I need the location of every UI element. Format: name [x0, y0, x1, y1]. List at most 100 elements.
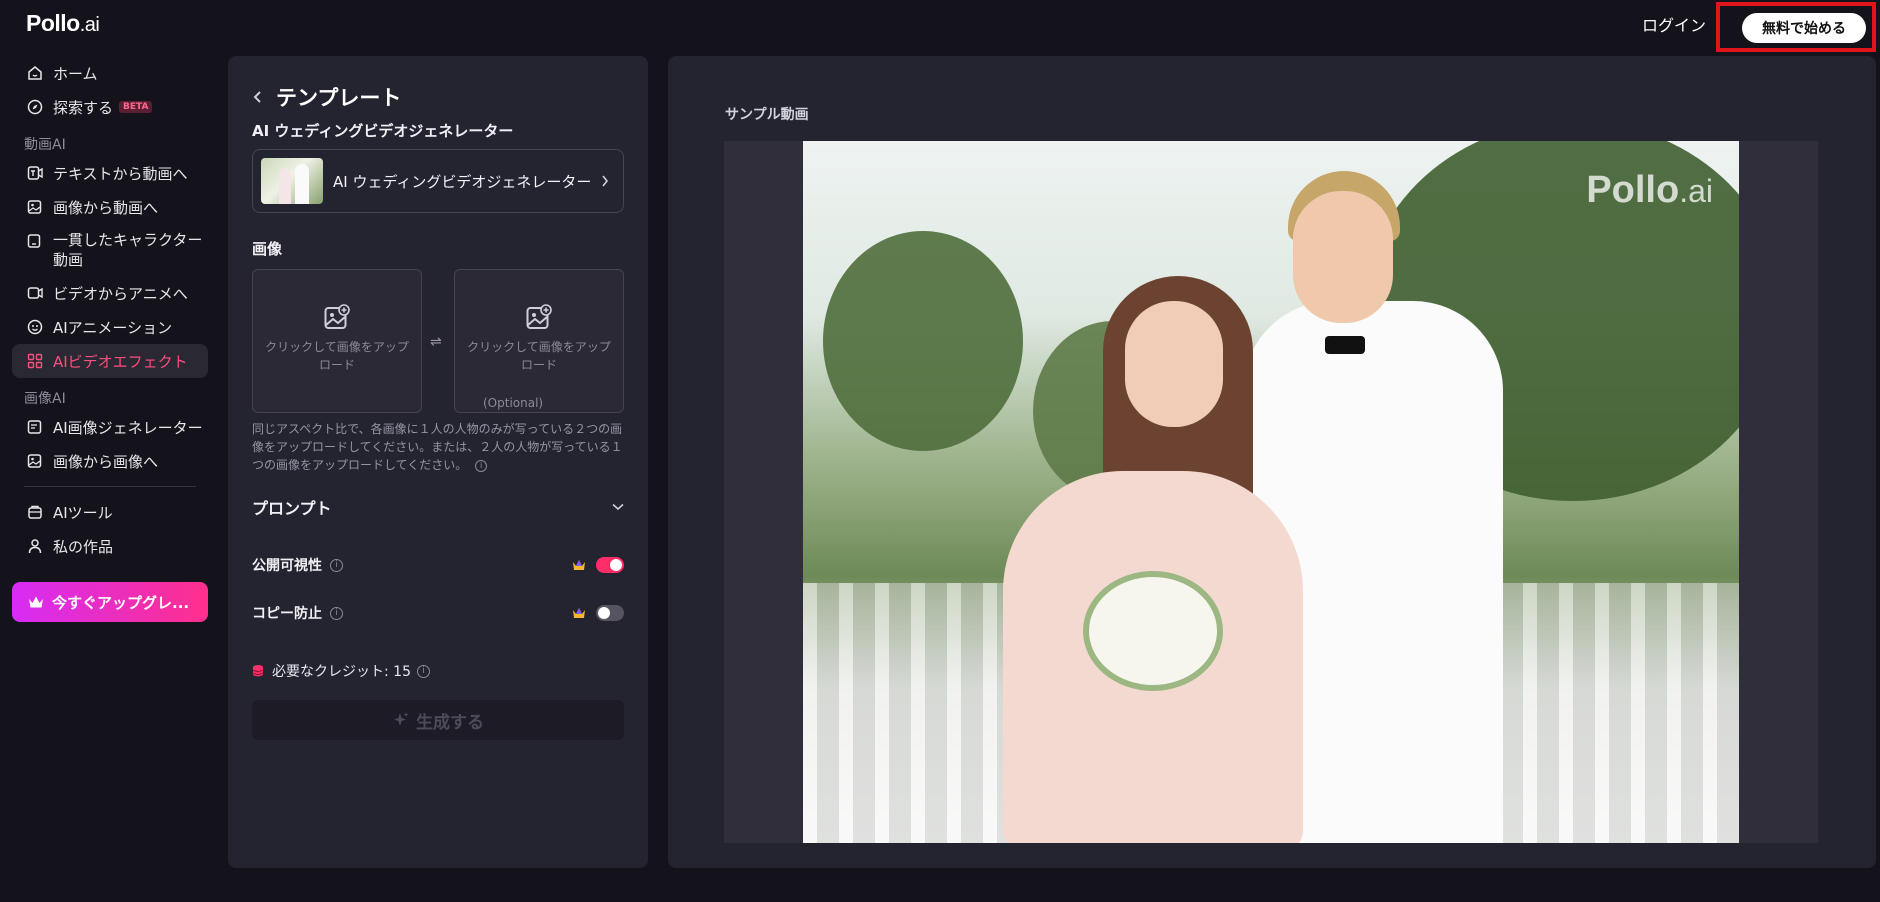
sidebar-item-label: ホーム [53, 64, 98, 83]
sidebar-item-ai-animation[interactable]: AIアニメーション [12, 310, 208, 344]
upgrade-label: 今すぐアップグレ... [52, 593, 190, 612]
credits-label: 必要なクレジット: 15 [272, 664, 411, 680]
public-visibility-controls [572, 557, 624, 573]
preview-panel: サンプル動画 Pollo.ai [668, 56, 1876, 868]
template-name: AI ウェディングビデオジェネレーター [333, 172, 592, 191]
bride-face [1125, 301, 1223, 427]
sidebar-item-label: 私の作品 [53, 537, 114, 556]
beta-badge: BETA [119, 101, 153, 113]
sidebar-item-label: AIビデオエフェクト [53, 352, 188, 371]
sidebar-item-image-to-image[interactable]: 画像から画像へ [12, 444, 208, 478]
panel-header: テンプレート [252, 82, 401, 112]
image-add-icon [526, 304, 552, 330]
sidebar-item-text-to-video[interactable]: テキストから動画へ [12, 156, 208, 190]
sidebar-item-my-works[interactable]: 私の作品 [12, 529, 208, 563]
sidebar-item-label: 画像から画像へ [53, 452, 159, 471]
sidebar-item-ai-image-generator[interactable]: AI画像ジェネレーター [12, 410, 208, 444]
info-icon[interactable]: i [330, 558, 343, 572]
sample-video-frame: Pollo.ai [803, 141, 1739, 843]
sidebar-item-label: テキストから動画へ [53, 164, 188, 183]
upload-text: クリックして画像をアップロード [265, 340, 409, 372]
upload-text: クリックして画像をアップロード [467, 340, 611, 372]
start-free-button[interactable]: 無料で始める [1742, 13, 1866, 43]
copy-protection-label: コピー防止 [252, 606, 322, 622]
tools-icon [26, 503, 44, 521]
sample-video-title: サンプル動画 [725, 107, 809, 123]
text-video-icon [26, 164, 44, 182]
bow-tie [1325, 336, 1365, 354]
public-visibility-row: 公開可視性 i [252, 554, 624, 576]
copy-protection-controls [572, 605, 624, 621]
template-panel: テンプレート AI ウェディングビデオジェネレーター AI ウェディングビデオジ… [228, 56, 648, 868]
image-add-icon [324, 304, 350, 330]
sidebar-item-ai-tools[interactable]: AIツール [12, 495, 208, 529]
sidebar-divider [24, 486, 196, 487]
prompt-section[interactable]: プロンプト [252, 496, 624, 518]
sidebar-item-explore[interactable]: 探索する BETA [12, 90, 208, 124]
section-image-ai: 画像AI [24, 391, 66, 407]
upgrade-button[interactable]: 今すぐアップグレ... [12, 582, 208, 622]
upload-hint: 同じアスペクト比で、各画像に１人の人物のみが写っている２つの画像をアップロードし… [252, 422, 623, 472]
bouquet [1083, 571, 1223, 691]
chevron-down-icon[interactable] [612, 503, 624, 511]
prompt-label: プロンプト [252, 499, 332, 518]
effects-icon [26, 352, 44, 370]
sidebar-item-consistent-character[interactable]: 一貫したキャラクター 動画 [12, 224, 208, 276]
sidebar-item-label: 画像から動画へ [53, 198, 159, 217]
public-visibility-toggle[interactable] [596, 557, 624, 573]
pollo-watermark: Pollo.ai [1586, 169, 1713, 211]
image-upload-1[interactable]: クリックして画像をアップロード [252, 269, 422, 413]
image-to-image-icon [26, 452, 44, 470]
crown-icon [28, 595, 44, 609]
sidebar-item-video-to-anime[interactable]: ビデオからアニメへ [12, 276, 208, 310]
template-section-label: AI ウェディングビデオジェネレーター [252, 122, 514, 140]
groom-face [1293, 191, 1393, 323]
top-bar: Pollo.ai ログイン 無料で始める [0, 0, 1880, 52]
user-icon [26, 537, 44, 555]
sidebar-item-label: 一貫したキャラクター 動画 [53, 231, 203, 269]
home-icon [26, 64, 44, 82]
sidebar-item-ai-video-effects[interactable]: AIビデオエフェクト [12, 344, 208, 378]
image-section-label: 画像 [252, 240, 283, 258]
template-thumbnail [261, 158, 323, 204]
info-icon[interactable]: i [475, 459, 488, 472]
sidebar-item-label: AIアニメーション [53, 318, 173, 337]
crown-icon [572, 559, 586, 571]
background-tree [823, 231, 1023, 451]
image-generator-icon [26, 418, 44, 436]
sidebar-item-label: ビデオからアニメへ [53, 284, 188, 303]
sidebar-item-image-to-video[interactable]: 画像から動画へ [12, 190, 208, 224]
chevron-right-icon [601, 175, 609, 187]
swap-icon[interactable]: ⇌ [430, 334, 442, 350]
sidebar-item-label: AI画像ジェネレーター [53, 418, 203, 437]
template-selector[interactable]: AI ウェディングビデオジェネレーター [252, 149, 624, 213]
credits-info: 必要なクレジット: 15 i [252, 661, 430, 681]
crown-icon [572, 607, 586, 619]
character-icon [26, 232, 44, 250]
sidebar-item-label: AIツール [53, 503, 113, 522]
anime-icon [26, 284, 44, 302]
info-icon[interactable]: i [416, 664, 430, 678]
info-icon[interactable]: i [330, 606, 343, 620]
panel-title: テンプレート [276, 86, 402, 110]
generate-button[interactable]: 生成する [252, 700, 624, 740]
sidebar-item-home[interactable]: ホーム [12, 56, 208, 90]
image-video-icon [26, 198, 44, 216]
sidebar-item-label: 探索する [53, 98, 114, 117]
compass-icon [26, 98, 44, 116]
back-chevron-icon[interactable] [252, 90, 264, 104]
start-free-highlight: 無料で始める [1716, 2, 1876, 52]
optional-label: (Optional) [483, 396, 544, 410]
sparkle-icon [392, 711, 410, 729]
section-video-ai: 動画AI [24, 137, 66, 153]
pollo-logo[interactable]: Pollo.ai [26, 10, 100, 37]
public-visibility-label: 公開可視性 [252, 558, 322, 574]
login-link[interactable]: ログイン [1642, 12, 1706, 36]
sample-video-player[interactable]: Pollo.ai [724, 141, 1818, 843]
animation-icon [26, 318, 44, 336]
copy-protection-toggle[interactable] [596, 605, 624, 621]
generate-label: 生成する [416, 712, 484, 733]
image-upload-2[interactable]: クリックして画像をアップロード (Optional) [454, 269, 624, 413]
coin-icon [252, 664, 264, 678]
copy-protection-row: コピー防止 i [252, 602, 624, 624]
